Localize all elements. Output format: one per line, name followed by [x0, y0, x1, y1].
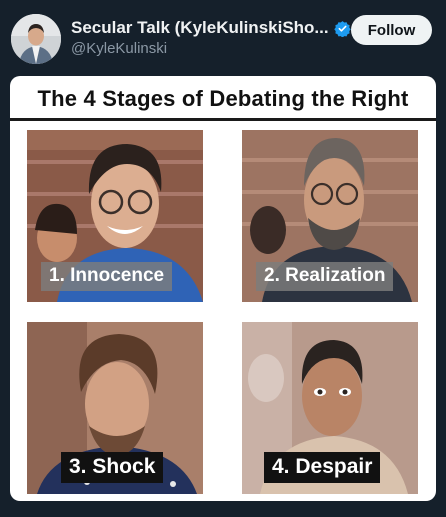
- stage-caption: 4. Despair: [264, 452, 381, 483]
- display-name[interactable]: Secular Talk (KyleKulinskiSho...: [71, 18, 329, 38]
- stage-panel-despair: 4. Despair: [242, 322, 418, 494]
- stage-caption: 2. Realization: [256, 262, 394, 291]
- title-divider: [10, 118, 436, 121]
- stage-panel-innocence: 1. Innocence: [27, 130, 203, 302]
- meme-title: The 4 Stages of Debating the Right: [37, 86, 409, 111]
- follow-button[interactable]: Follow: [351, 15, 432, 45]
- meme-image[interactable]: The 4 Stages of Debating the Right 1. In…: [10, 76, 436, 501]
- avatar-image: [11, 14, 61, 64]
- author-name-row[interactable]: Secular Talk (KyleKulinskiSho...: [71, 18, 351, 38]
- stage-panel-realization: 2. Realization: [242, 130, 418, 302]
- verified-badge-icon: [333, 20, 351, 37]
- author-handle[interactable]: @KyleKulinski: [71, 40, 167, 57]
- avatar[interactable]: [11, 14, 61, 64]
- stage-caption: 3. Shock: [61, 452, 164, 483]
- stage-panel-shock: 3. Shock: [27, 322, 203, 494]
- stage-caption: 1. Innocence: [41, 262, 173, 291]
- post-header: Secular Talk (KyleKulinskiSho... @KyleKu…: [0, 0, 446, 72]
